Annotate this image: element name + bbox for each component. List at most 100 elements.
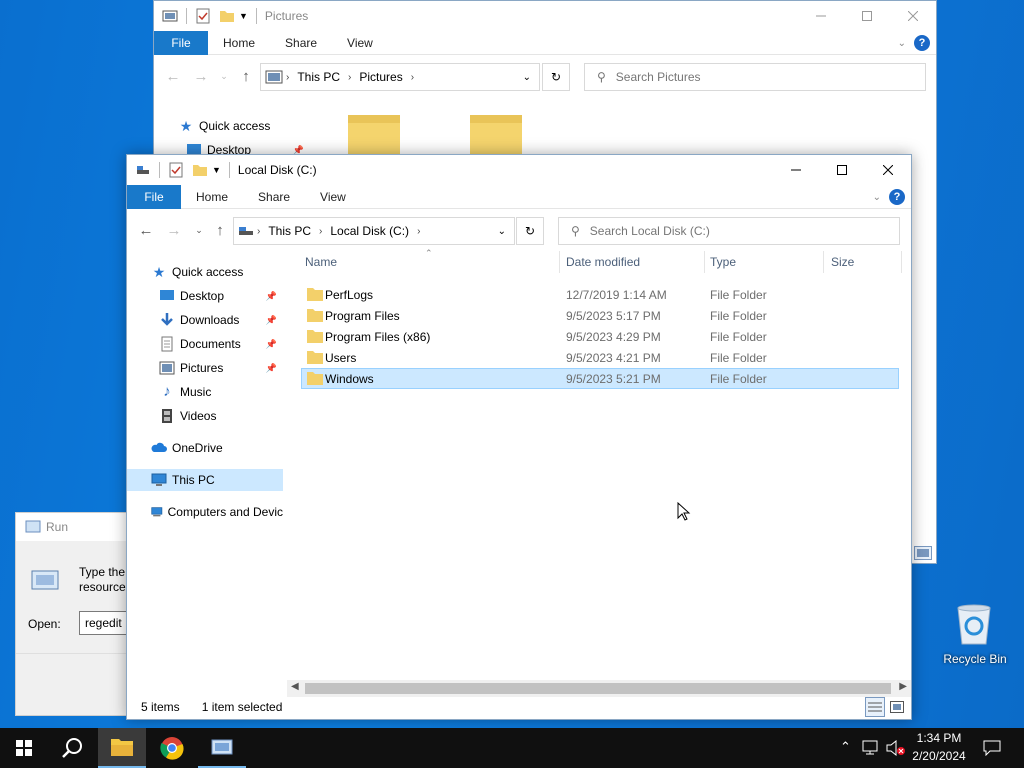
clock-time[interactable]: 1:34 PM — [908, 731, 970, 745]
address-dropdown-icon[interactable]: ⌄ — [523, 72, 531, 83]
search-placeholder: Search Pictures — [615, 70, 701, 84]
recycle-bin-shortcut[interactable]: Recycle Bin — [940, 600, 1010, 670]
nav-music[interactable]: ♪ Music — [127, 381, 283, 403]
new-folder-icon[interactable] — [192, 162, 208, 178]
nav-desktop[interactable]: Desktop 📌 — [127, 285, 283, 307]
scroll-right-icon[interactable]: ▶ — [899, 681, 907, 692]
clock-date[interactable]: 2/20/2024 — [908, 749, 970, 763]
nav-onedrive[interactable]: OneDrive — [127, 437, 283, 459]
start-button[interactable] — [0, 728, 48, 768]
selection-count: 1 item selected — [201, 700, 283, 714]
refresh-icon: ↻ — [550, 70, 562, 84]
tab-file[interactable]: File — [127, 184, 181, 209]
help-icon[interactable]: ? — [914, 35, 930, 51]
breadcrumb-this-pc[interactable]: This PC — [268, 224, 311, 238]
address-bar[interactable]: › This PC › Local Disk (C:) › ⌄ — [233, 217, 515, 245]
customize-qat-icon[interactable]: ▼ — [212, 165, 221, 175]
file-name: Users — [325, 350, 357, 365]
breadcrumb-local-disk[interactable]: Local Disk (C:) — [330, 224, 409, 238]
taskbar-file-explorer[interactable] — [98, 728, 146, 768]
checkmark-icon[interactable] — [195, 8, 211, 24]
open-input[interactable]: regedit — [79, 611, 128, 635]
large-icons-view-button[interactable] — [887, 697, 907, 717]
refresh-button[interactable]: ↻ — [516, 217, 544, 245]
tab-share[interactable]: Share — [270, 31, 332, 55]
forward-button[interactable]: → — [191, 66, 211, 86]
details-view-button[interactable] — [865, 697, 885, 717]
help-icon[interactable]: ? — [889, 189, 905, 205]
volume-muted-icon[interactable] — [886, 740, 906, 756]
file-row[interactable]: Program Files 9/5/2023 5:17 PM File Fold… — [301, 305, 899, 326]
show-hidden-icons-icon[interactable]: ⌃ — [840, 739, 851, 755]
title-bar[interactable]: ▼ Pictures — [154, 1, 936, 31]
folder-thumbnail-icon[interactable] — [348, 115, 400, 159]
tab-view[interactable]: View — [332, 31, 388, 55]
run-dialog[interactable]: Run Type the resource, Open: regedit — [15, 512, 129, 716]
search-box[interactable]: ⚲ Search Pictures — [584, 63, 926, 91]
nav-pictures[interactable]: Pictures 📌 — [127, 357, 283, 379]
forward-button[interactable]: → — [164, 220, 184, 240]
refresh-button[interactable]: ↻ — [542, 63, 570, 91]
customize-qat-icon[interactable]: ▼ — [239, 11, 248, 21]
back-button[interactable]: ← — [163, 66, 183, 86]
file-row[interactable]: Program Files (x86) 9/5/2023 4:29 PM Fil… — [301, 326, 899, 347]
nav-videos[interactable]: Videos — [127, 405, 283, 427]
address-dropdown-icon[interactable]: ⌄ — [498, 226, 506, 237]
tab-file[interactable]: File — [154, 30, 208, 55]
recent-locations-button[interactable]: ⌄ — [214, 66, 234, 86]
minimize-button[interactable] — [773, 155, 819, 185]
scrollbar-thumb[interactable] — [305, 683, 891, 694]
maximize-button[interactable] — [819, 155, 865, 185]
run-title-bar[interactable]: Run — [16, 513, 128, 541]
pin-icon: 📌 — [265, 314, 277, 325]
search-button[interactable] — [48, 728, 96, 768]
nav-quick-access[interactable]: ★ Quick access — [178, 115, 318, 137]
column-header-type[interactable]: Type — [710, 247, 822, 277]
folder-icon — [307, 372, 323, 385]
address-bar[interactable]: › This PC › Pictures › ⌄ — [260, 63, 540, 91]
minimize-icon — [816, 15, 826, 17]
navigation-pane[interactable]: ★ Quick access Desktop 📌 Downloads 📌 Doc… — [127, 247, 283, 695]
notification-center-button[interactable] — [972, 728, 1012, 768]
folder-thumbnail-icon[interactable] — [470, 115, 522, 159]
column-header-name[interactable]: Name — [305, 247, 560, 277]
properties-icon[interactable] — [162, 8, 178, 24]
file-row-selected[interactable]: Windows 9/5/2023 5:21 PM File Folder — [301, 368, 899, 389]
column-header-date[interactable]: Date modified — [566, 247, 704, 277]
nav-this-pc[interactable]: This PC — [127, 469, 283, 491]
file-row[interactable]: PerfLogs 12/7/2019 1:14 AM File Folder — [301, 284, 899, 305]
breadcrumb-pictures[interactable]: Pictures — [359, 70, 402, 84]
search-box[interactable]: ⚲ Search Local Disk (C:) — [558, 217, 900, 245]
explorer-window[interactable]: ▼ Local Disk (C:) File Home Share View ⌄… — [126, 154, 912, 720]
file-row[interactable]: Users 9/5/2023 4:21 PM File Folder — [301, 347, 899, 368]
scroll-left-icon[interactable]: ◀ — [291, 681, 299, 692]
taskbar-run[interactable] — [198, 728, 246, 768]
new-folder-icon[interactable] — [219, 8, 235, 24]
close-button[interactable] — [865, 155, 911, 185]
taskbar-chrome[interactable] — [148, 728, 196, 768]
close-button[interactable] — [890, 1, 936, 31]
nav-network[interactable]: Computers and Devic — [127, 501, 283, 523]
properties-icon[interactable] — [168, 162, 184, 178]
expand-ribbon-icon[interactable]: ⌄ — [873, 192, 881, 203]
up-button[interactable]: ↑ — [236, 66, 256, 86]
up-button[interactable]: ↑ — [210, 220, 230, 240]
recent-locations-button[interactable]: ⌄ — [189, 220, 209, 240]
folder-icon — [307, 351, 323, 364]
breadcrumb-this-pc[interactable]: This PC — [297, 70, 340, 84]
nav-documents[interactable]: Documents 📌 — [127, 333, 283, 355]
nav-downloads[interactable]: Downloads 📌 — [127, 309, 283, 331]
tab-home[interactable]: Home — [208, 31, 270, 55]
tab-home[interactable]: Home — [181, 185, 243, 209]
back-button[interactable]: ← — [136, 220, 156, 240]
network-status-icon[interactable] — [862, 740, 880, 756]
maximize-button[interactable] — [844, 1, 890, 31]
minimize-button[interactable] — [798, 1, 844, 31]
expand-ribbon-icon[interactable]: ⌄ — [898, 38, 906, 49]
title-bar[interactable]: ▼ Local Disk (C:) — [127, 155, 911, 185]
column-header-size[interactable]: Size — [831, 247, 901, 277]
large-icons-view-icon[interactable] — [914, 546, 932, 560]
tab-share[interactable]: Share — [243, 185, 305, 209]
tab-view[interactable]: View — [305, 185, 361, 209]
nav-quick-access[interactable]: ★ Quick access — [127, 261, 283, 283]
